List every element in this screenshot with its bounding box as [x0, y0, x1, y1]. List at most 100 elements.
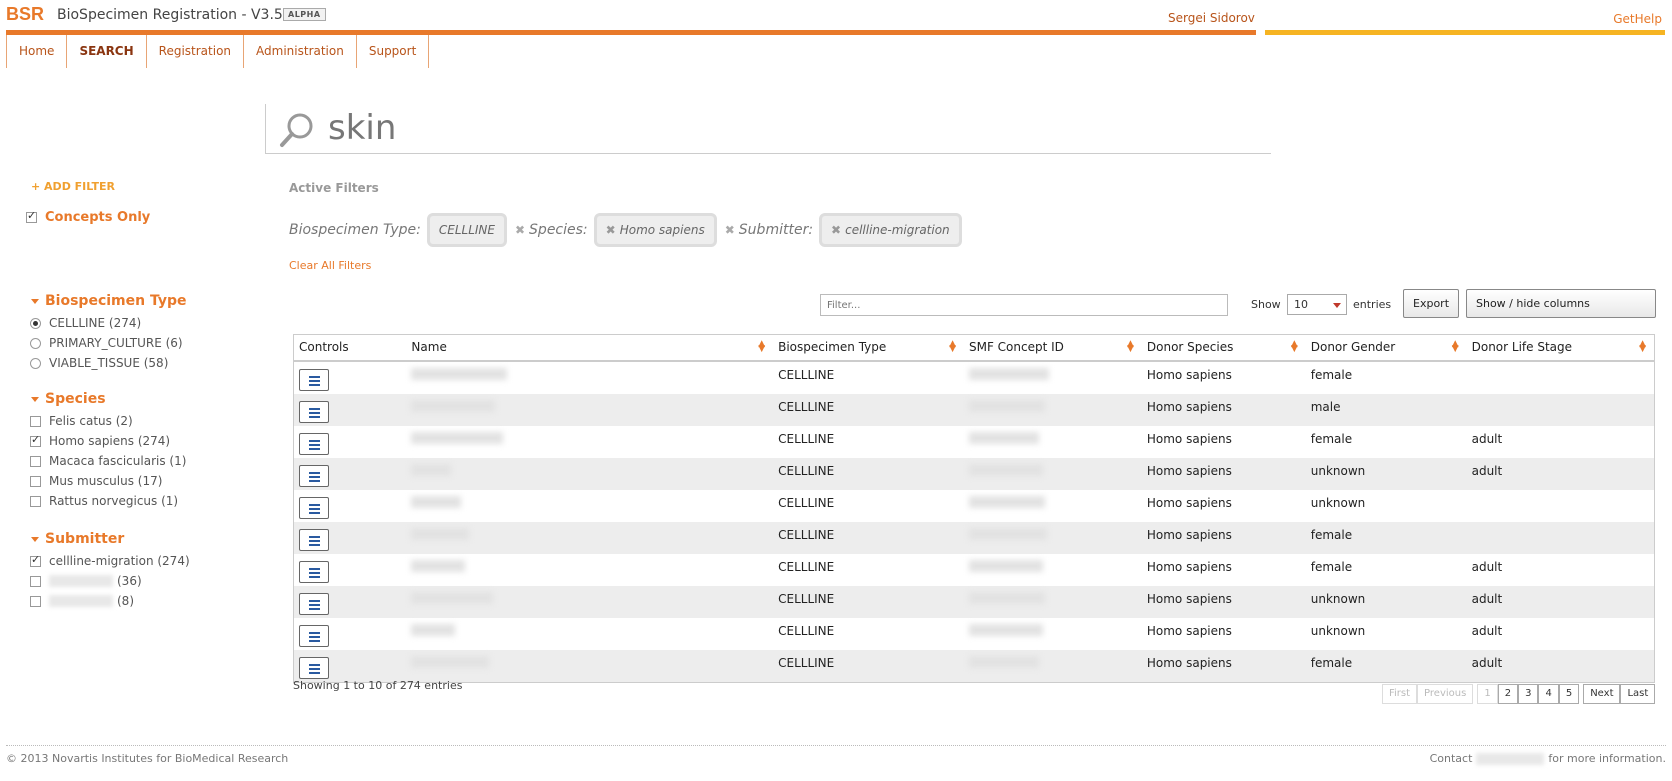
get-help-link[interactable]: GetHelp: [1613, 12, 1662, 26]
redacted-text: [968, 367, 1049, 380]
page-button[interactable]: 4: [1538, 684, 1559, 704]
name-cell[interactable]: [406, 393, 774, 426]
tab-administration[interactable]: Administration: [243, 35, 357, 68]
facet-option[interactable]: (36): [30, 571, 190, 591]
contact-email-link[interactable]: [1476, 752, 1545, 765]
facet-option[interactable]: PRIMARY_CULTURE (6): [30, 333, 187, 353]
table-filter-input[interactable]: [820, 294, 1228, 316]
radio-button[interactable]: [30, 317, 41, 329]
facet-title[interactable]: Submitter: [31, 531, 190, 547]
tab-registration[interactable]: Registration: [145, 35, 245, 68]
checkbox[interactable]: [30, 553, 41, 567]
column-header-donor-species[interactable]: Donor Species ▲ ▼: [1141, 334, 1306, 362]
facet-option[interactable]: VIABLE_TISSUE (58): [30, 353, 187, 373]
remove-icon[interactable]: ✖: [606, 223, 616, 237]
facet-title[interactable]: Species: [31, 391, 186, 407]
facet-option[interactable]: Rattus norvegicus (1): [30, 491, 186, 511]
facet-title[interactable]: Biospecimen Type: [31, 293, 187, 309]
name-cell[interactable]: [406, 457, 774, 490]
smf-concept-id-cell[interactable]: [963, 393, 1142, 426]
facet-option[interactable]: Macaca fascicularis (1): [30, 451, 186, 471]
clear-all-filters-link[interactable]: Clear All Filters: [289, 259, 371, 272]
column-header-donor-life-stage[interactable]: Donor Life Stage ▲ ▼: [1466, 334, 1655, 362]
name-cell[interactable]: [406, 521, 774, 554]
filter-chip[interactable]: ✖ Homo sapiens: [593, 213, 717, 247]
row-menu-icon[interactable]: [299, 656, 329, 679]
user-name-link[interactable]: Sergei Sidorov: [1168, 11, 1255, 25]
row-menu-icon[interactable]: [299, 624, 329, 647]
page-button[interactable]: 3: [1518, 684, 1539, 704]
previous-page-button[interactable]: Previous: [1417, 684, 1474, 704]
row-menu-icon[interactable]: [299, 528, 329, 551]
name-cell[interactable]: [406, 426, 773, 458]
row-menu-icon[interactable]: [299, 368, 329, 391]
page-button[interactable]: 2: [1497, 684, 1519, 704]
radio-button[interactable]: [30, 337, 41, 349]
checkbox[interactable]: [30, 455, 41, 467]
name-cell[interactable]: [406, 361, 773, 394]
name-cell[interactable]: [406, 585, 774, 618]
page-button[interactable]: 1: [1477, 684, 1498, 704]
checkbox[interactable]: [30, 415, 41, 427]
facet-option[interactable]: CELLLINE (274): [30, 313, 187, 333]
page-size-select[interactable]: 10: [1287, 294, 1347, 315]
row-menu-icon[interactable]: [299, 560, 329, 583]
smf-concept-id-cell[interactable]: [964, 426, 1142, 458]
app-logo[interactable]: BSR: [6, 4, 44, 25]
tab-support[interactable]: Support: [355, 35, 430, 68]
column-header-smf-concept-id[interactable]: SMF Concept ID ▲ ▼: [963, 334, 1142, 362]
facet-option[interactable]: cellline-migration (274): [30, 551, 190, 571]
row-menu-icon[interactable]: [299, 432, 329, 455]
page-button[interactable]: 5: [1558, 684, 1580, 704]
remove-icon[interactable]: ✖: [515, 223, 525, 237]
tab-home[interactable]: Home: [6, 35, 68, 68]
filter-chip[interactable]: ✖ cellline-migration: [819, 213, 962, 247]
facet-option[interactable]: Mus musculus (17): [30, 471, 186, 491]
checkbox[interactable]: [30, 575, 41, 587]
smf-concept-id-cell[interactable]: [964, 554, 1142, 586]
last-page-button[interactable]: Last: [1620, 684, 1656, 704]
donor-gender-cell: unknown: [1310, 495, 1366, 510]
row-menu-icon[interactable]: [299, 496, 329, 519]
smf-concept-id-cell[interactable]: [964, 618, 1142, 650]
smf-concept-id-cell[interactable]: [964, 490, 1142, 522]
concepts-only-option[interactable]: Concepts Only: [26, 209, 150, 225]
radio-button[interactable]: [30, 357, 41, 369]
name-cell[interactable]: [406, 554, 773, 586]
row-menu-icon[interactable]: [299, 400, 329, 423]
checkbox[interactable]: [30, 475, 41, 487]
facet-option[interactable]: Felis catus (2): [30, 411, 186, 431]
smf-concept-id-cell[interactable]: [963, 521, 1142, 554]
smf-concept-id-cell[interactable]: [964, 361, 1142, 394]
tab-search[interactable]: SEARCH: [66, 35, 147, 68]
checkbox[interactable]: [30, 595, 41, 607]
name-cell[interactable]: [406, 490, 773, 522]
next-page-button[interactable]: Next: [1583, 684, 1621, 704]
smf-concept-id-cell[interactable]: [963, 457, 1142, 490]
donor-life-stage-cell: [1467, 490, 1655, 522]
row-menu-icon[interactable]: [299, 464, 329, 487]
column-header-name[interactable]: Name ▲ ▼: [406, 334, 774, 362]
smf-concept-id-cell[interactable]: [963, 649, 1142, 682]
column-header-donor-gender[interactable]: Donor Gender ▲ ▼: [1305, 334, 1467, 362]
show-hide-columns-button[interactable]: Show / hide columns: [1466, 289, 1656, 318]
checkbox[interactable]: [30, 433, 41, 447]
name-cell[interactable]: [406, 649, 774, 682]
concepts-only-checkbox[interactable]: [26, 209, 37, 223]
smf-concept-id-cell[interactable]: [963, 585, 1142, 618]
add-filter-link[interactable]: + ADD FILTER: [31, 180, 115, 193]
checkbox[interactable]: [30, 495, 41, 507]
first-page-button[interactable]: First: [1382, 684, 1418, 704]
name-cell[interactable]: [406, 618, 773, 650]
remove-icon[interactable]: ✖: [831, 223, 841, 237]
row-menu-icon[interactable]: [299, 592, 329, 615]
export-button[interactable]: Export: [1403, 289, 1460, 318]
remove-icon[interactable]: ✖: [725, 223, 735, 237]
filter-chip[interactable]: CELLLINE: [426, 213, 507, 247]
facet-option[interactable]: (8): [30, 591, 190, 611]
facet-option[interactable]: Homo sapiens (274): [30, 431, 186, 451]
search-input[interactable]: [328, 108, 1228, 148]
biospecimen-type-cell: CELLLINE: [773, 457, 964, 490]
column-header-biospecimen-type[interactable]: Biospecimen Type ▲ ▼: [773, 334, 964, 362]
sort-icon: ▲ ▼: [1639, 339, 1646, 354]
